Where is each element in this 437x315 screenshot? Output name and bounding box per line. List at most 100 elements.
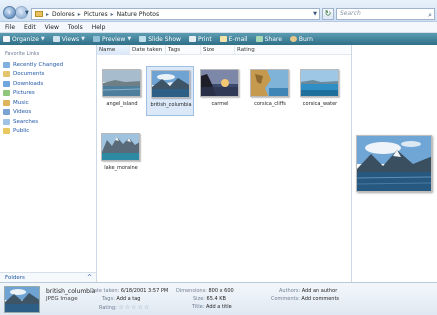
file-item-angel-island[interactable]: angel_island bbox=[98, 66, 146, 116]
menu-file[interactable]: File bbox=[5, 24, 15, 31]
address-bar-row: ‹ › ▼ ▸ Dolores ▸ Pictures ▸ Nature Phot… bbox=[0, 0, 437, 22]
breadcrumb-pictures[interactable]: Pictures bbox=[84, 11, 108, 18]
file-name: corsica_cliffs bbox=[254, 101, 286, 107]
address-dropdown-icon[interactable]: ▼ bbox=[313, 11, 317, 17]
file-name: carmel bbox=[211, 101, 229, 107]
breadcrumb-separator: ▸ bbox=[46, 10, 50, 18]
breadcrumb-dolores[interactable]: Dolores bbox=[52, 11, 75, 18]
searches-icon bbox=[3, 118, 10, 125]
nav-item-searches[interactable]: Searches bbox=[3, 117, 63, 127]
breadcrumb-separator: ▸ bbox=[77, 10, 81, 18]
print-icon bbox=[188, 36, 196, 42]
details-file-name: british_columbia bbox=[46, 288, 96, 295]
nav-item-recently-changed[interactable]: Recently Changed bbox=[3, 60, 63, 70]
photo-thumbnail bbox=[151, 70, 190, 98]
address-bar[interactable]: ▸ Dolores ▸ Pictures ▸ Nature Photos ▼ bbox=[31, 8, 320, 20]
menu-edit[interactable]: Edit bbox=[24, 24, 36, 31]
column-rating[interactable]: Rating bbox=[235, 45, 269, 55]
burn-button[interactable]: Burn bbox=[289, 36, 313, 43]
music-icon bbox=[3, 99, 10, 106]
menu-view[interactable]: View bbox=[45, 24, 59, 31]
folders-label: Folders bbox=[5, 275, 25, 281]
nav-item-pictures[interactable]: Pictures bbox=[3, 89, 63, 99]
nav-item-music[interactable]: Music bbox=[3, 98, 63, 108]
details-authors[interactable]: Authors: Add an author bbox=[279, 288, 337, 294]
email-button[interactable]: E-mail bbox=[219, 36, 248, 43]
file-name: angel_island bbox=[106, 101, 138, 107]
details-title[interactable]: Title: Add a title bbox=[192, 304, 232, 310]
views-button[interactable]: Views ▼ bbox=[52, 36, 85, 43]
nav-item-videos[interactable]: Videos bbox=[3, 108, 63, 118]
email-icon bbox=[219, 36, 227, 42]
chevron-up-icon: ^ bbox=[86, 274, 92, 281]
photo-thumbnail bbox=[102, 69, 141, 97]
photo-thumbnail bbox=[250, 69, 289, 97]
details-tags[interactable]: Tags: Add a tag bbox=[102, 296, 140, 302]
column-date-taken[interactable]: Date taken bbox=[130, 45, 166, 55]
column-name[interactable]: Name bbox=[97, 45, 130, 55]
file-item-corsica-cliffs[interactable]: corsica_cliffs bbox=[246, 66, 294, 116]
file-name: british_columbia bbox=[150, 102, 192, 108]
breadcrumb-separator: ▸ bbox=[110, 10, 114, 18]
print-button[interactable]: Print bbox=[188, 36, 212, 43]
details-thumbnail bbox=[4, 286, 40, 313]
photo-thumbnail bbox=[200, 69, 239, 97]
rating-stars-icon[interactable]: ☆☆☆☆☆ bbox=[118, 304, 150, 311]
recent-pages-dropdown-icon[interactable]: ▼ bbox=[25, 10, 29, 16]
details-rating[interactable]: Rating: ☆☆☆☆☆ bbox=[99, 304, 150, 311]
photo-thumbnail bbox=[300, 69, 339, 97]
details-pane: british_columbia JPEG Image Date taken: … bbox=[0, 282, 437, 315]
videos-icon bbox=[3, 109, 10, 116]
documents-icon bbox=[3, 71, 10, 78]
menu-bar: File Edit View Tools Help bbox=[0, 22, 437, 33]
file-name: lake_moraine bbox=[104, 165, 138, 171]
share-button[interactable]: Share bbox=[255, 36, 282, 43]
search-input[interactable]: Search ⌕ bbox=[336, 8, 435, 20]
details-size: Size: 65.4 KB bbox=[193, 296, 226, 302]
file-item-lake-moraine[interactable]: lake_moraine bbox=[97, 130, 145, 180]
file-item-carmel[interactable]: carmel bbox=[196, 66, 244, 116]
menu-tools[interactable]: Tools bbox=[68, 24, 83, 31]
nav-item-documents[interactable]: Documents bbox=[3, 70, 63, 80]
column-tags[interactable]: Tags bbox=[166, 45, 201, 55]
preview-button[interactable]: Preview ▼ bbox=[92, 36, 131, 43]
photo-thumbnail bbox=[101, 133, 140, 161]
file-name: corsica_water bbox=[302, 101, 338, 107]
file-list-pane: Name Date taken Tags Size Rating angel_i… bbox=[97, 45, 351, 282]
details-dimensions: Dimensions: 800 x 600 bbox=[176, 288, 234, 294]
folders-bar[interactable]: Folders ^ bbox=[0, 272, 96, 282]
burn-icon bbox=[289, 36, 297, 42]
downloads-icon bbox=[3, 80, 10, 87]
pictures-icon bbox=[3, 90, 10, 97]
preview-image bbox=[356, 135, 432, 192]
file-item-corsica-water[interactable]: corsica_water bbox=[296, 66, 344, 116]
refresh-button[interactable]: ↻ bbox=[322, 8, 334, 20]
recently-changed-icon bbox=[3, 61, 10, 68]
search-placeholder: Search bbox=[340, 10, 361, 17]
file-item-british-columbia[interactable]: british_columbia bbox=[146, 66, 194, 116]
column-header-row: Name Date taken Tags Size Rating bbox=[97, 45, 351, 55]
public-icon bbox=[3, 128, 10, 135]
views-icon bbox=[52, 36, 60, 42]
organize-icon bbox=[3, 36, 10, 42]
organize-button[interactable]: Organize ▼ bbox=[3, 36, 45, 43]
column-size[interactable]: Size bbox=[201, 45, 235, 55]
share-icon bbox=[255, 36, 263, 42]
menu-help[interactable]: Help bbox=[92, 24, 106, 31]
navigation-pane: Favorite Links Recently Changed Document… bbox=[0, 45, 97, 282]
nav-item-public[interactable]: Public bbox=[3, 127, 63, 137]
favorite-links-list: Recently Changed Documents Downloads Pic… bbox=[3, 60, 63, 136]
nav-item-downloads[interactable]: Downloads bbox=[3, 79, 63, 89]
folder-icon bbox=[35, 11, 43, 17]
details-file-type: JPEG Image bbox=[46, 296, 78, 302]
search-icon[interactable]: ⌕ bbox=[428, 10, 432, 20]
favorite-links-heading: Favorite Links bbox=[5, 51, 40, 57]
preview-icon bbox=[92, 36, 100, 42]
details-comments[interactable]: Comments: Add comments bbox=[271, 296, 339, 302]
preview-pane bbox=[351, 45, 437, 282]
command-toolbar: Organize ▼ Views ▼ Preview ▼ Slide Show Pri… bbox=[0, 33, 437, 45]
details-date-taken: Date taken: 6/18/2001 3:57 PM bbox=[90, 288, 169, 294]
breadcrumb-nature-photos[interactable]: Nature Photos bbox=[117, 11, 160, 18]
slideshow-icon bbox=[139, 36, 147, 42]
slideshow-button[interactable]: Slide Show bbox=[139, 36, 181, 43]
